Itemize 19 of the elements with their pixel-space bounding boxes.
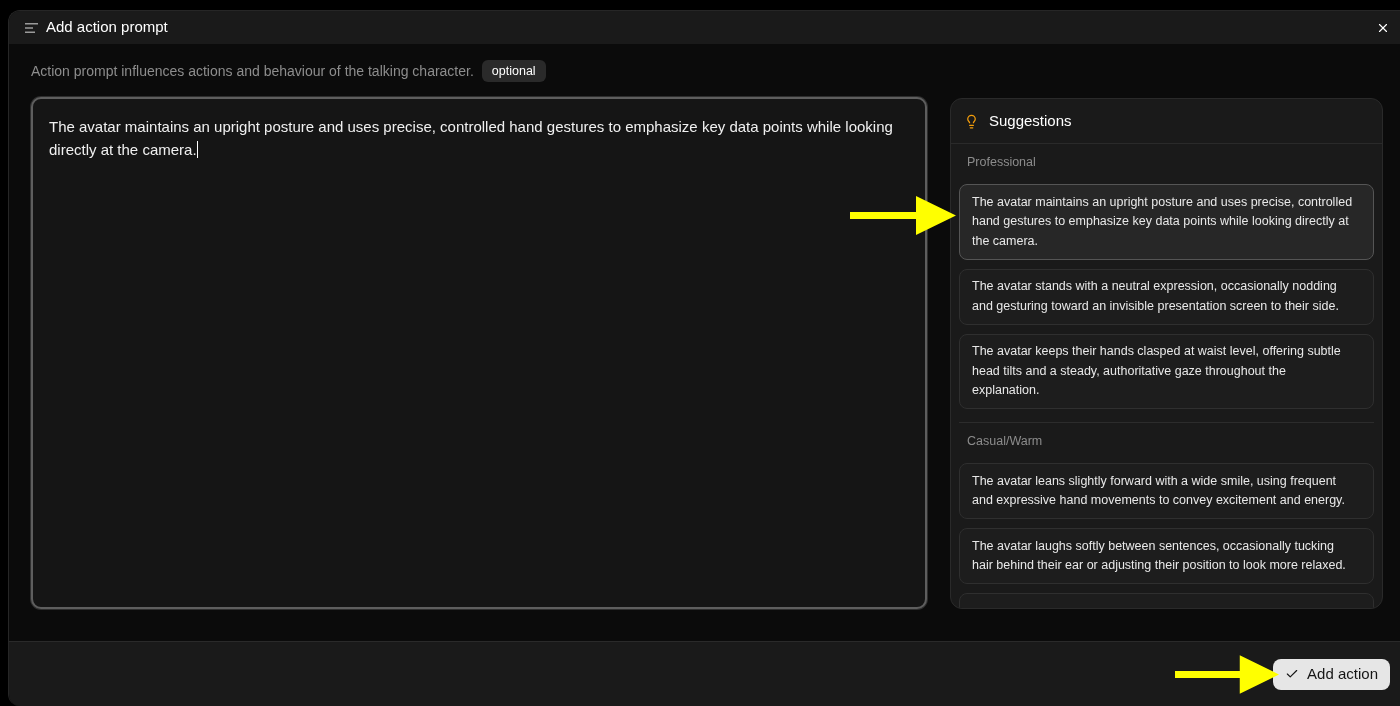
suggestion-card[interactable]: The avatar laughs softly between sentences, occasionally tucking hair behind their ear or adjusting their position to look more relaxed. [959, 528, 1374, 584]
window-title: Add action prompt [46, 17, 168, 38]
suggestion-card[interactable]: The avatar leans slightly forward with a wide smile, using frequent and expressive hand movements to convey excitement and energy. [959, 463, 1374, 519]
suggestion-card[interactable]: The avatar maintains an upright posture and uses precise, controlled hand gestures to emphasize key data points while looking directly at the camera. [959, 184, 1374, 260]
suggestion-card[interactable]: The avatar stands with a neutral expression, occasionally nodding and gesturing toward an invisible presentation screen to their side. [959, 268, 1374, 325]
section-label: Casual/Warm [966, 433, 1044, 449]
section-label: Professional [966, 154, 1037, 170]
pointer-arrow-icon [1175, 655, 1279, 694]
text-cursor-icon [196, 141, 198, 158]
description-text: Action prompt influences actions and behaviour of the talking character. [31, 61, 474, 81]
add-action-button[interactable]: Add action [1273, 658, 1390, 690]
check-icon [1285, 667, 1300, 681]
optional-badge: optional [481, 60, 546, 82]
lightbulb-icon [964, 113, 979, 129]
suggestions-title: Suggestions [989, 110, 1072, 131]
menu-icon[interactable] [25, 22, 38, 33]
pointer-arrow-icon [850, 196, 956, 235]
suggestion-card[interactable]: The avatar keeps their hands clasped at waist level, offering subtle head tilts and a steady, authoritative gaze throughout the explanation. [959, 333, 1374, 409]
prompt-textarea[interactable]: The avatar maintains an upright posture and uses precise, controlled hand gestures to emphasize key data points while looking directly at the camera. [31, 97, 927, 609]
